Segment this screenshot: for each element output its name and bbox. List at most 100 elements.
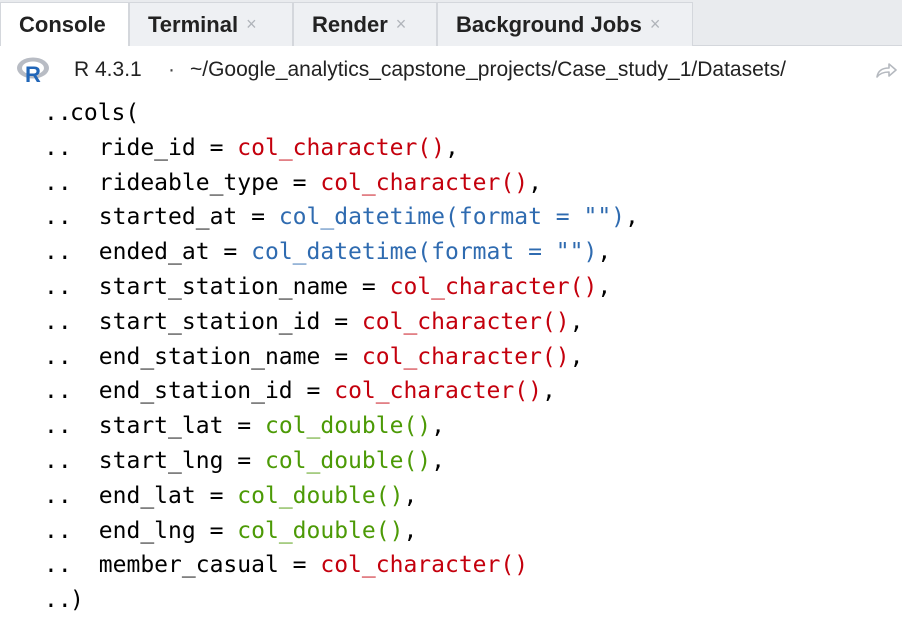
- assign-operator: =: [278, 169, 321, 196]
- console-line: .. start_station_name = col_character(),: [0, 270, 902, 305]
- column-type-call: col_datetime(format = ""): [251, 239, 598, 266]
- console-line: .. end_lng = col_double(),: [0, 514, 902, 549]
- assign-operator: =: [209, 239, 252, 266]
- console-line: .. end_lat = col_double(),: [0, 479, 902, 514]
- column-name: end_lat: [98, 482, 196, 509]
- column-name: start_lng: [98, 448, 224, 474]
- trailing-comma: ,: [403, 482, 418, 509]
- console-code: end_station_id = col_character(),: [99, 374, 556, 409]
- console-line: .. rideable_type = col_character(),: [0, 166, 902, 201]
- console-line: .. ride_id = col_character(),: [0, 131, 902, 166]
- close-icon[interactable]: ×: [650, 14, 661, 35]
- trailing-comma: ,: [403, 517, 418, 544]
- close-icon[interactable]: ×: [396, 14, 407, 35]
- column-type-call: col_double(): [264, 413, 432, 440]
- continuation-prompt: ..: [44, 552, 72, 579]
- console-code: start_station_id = col_character(),: [99, 305, 584, 340]
- column-name: cols(: [70, 100, 140, 126]
- trailing-comma: ,: [431, 448, 445, 474]
- column-type-call: col_character(): [320, 169, 529, 196]
- tab-console-label: Console: [19, 12, 106, 37]
- tab-background-jobs-label: Background Jobs: [456, 11, 642, 37]
- trailing-comma: ,: [431, 413, 445, 440]
- console-line: .. member_casual = col_character(): [0, 548, 902, 583]
- assign-operator: =: [237, 204, 279, 231]
- console-output[interactable]: .. cols(.. ride_id = col_character(),.. rid…: [0, 94, 902, 618]
- r-version: R 4.3.1: [74, 58, 142, 81]
- trailing-comma: ,: [597, 274, 612, 300]
- go-to-directory-icon[interactable]: [874, 60, 898, 80]
- tab-render[interactable]: Render ×: [293, 2, 437, 46]
- assign-operator: =: [223, 413, 265, 440]
- continuation-prompt: ..: [44, 413, 72, 440]
- console-code: ride_id = col_character(),: [99, 131, 459, 166]
- continuation-prompt: ..: [44, 378, 72, 405]
- console-line: .. ended_at = col_datetime(format = ""),: [0, 235, 902, 270]
- tab-render-label: Render: [312, 11, 388, 37]
- continuation-prompt: ..: [44, 482, 72, 509]
- column-name: end_station_id: [98, 378, 293, 405]
- console-code: ended_at = col_datetime(format = ""),: [99, 235, 611, 270]
- console-line: .. end_station_id = col_character(),: [0, 374, 902, 409]
- path-separator: ·: [168, 58, 175, 81]
- assign-operator: =: [320, 308, 362, 335]
- continuation-prompt: ..: [44, 343, 72, 370]
- tab-terminal[interactable]: Terminal ×: [129, 2, 293, 46]
- assign-operator: =: [195, 134, 238, 161]
- assign-operator: =: [195, 482, 238, 509]
- svg-text:R: R: [25, 62, 41, 84]
- trailing-comma: ,: [445, 134, 459, 161]
- trailing-comma: ,: [569, 308, 584, 335]
- trailing-comma: ,: [528, 169, 542, 196]
- console-code: end_lng = col_double(),: [99, 514, 418, 549]
- column-name: start_station_name: [98, 274, 349, 300]
- close-icon[interactable]: ×: [246, 14, 257, 35]
- console-path-bar: R R 4.3.1 · ~/Google_analytics_capstone_…: [0, 46, 902, 94]
- continuation-prompt: ..: [44, 169, 72, 196]
- console-code: start_lat = col_double(),: [99, 409, 445, 444]
- console-line: .. started_at = col_datetime(format = "")…: [0, 200, 902, 235]
- console-code: rideable_type = col_character(),: [99, 166, 542, 201]
- column-type-call: col_double(): [237, 482, 404, 509]
- tab-background-jobs[interactable]: Background Jobs ×: [437, 2, 693, 46]
- column-type-call: col_character(): [334, 378, 542, 405]
- column-name: member_casual: [98, 552, 279, 579]
- continuation-prompt: ..: [44, 517, 72, 544]
- console-code: end_lat = col_double(),: [99, 479, 418, 514]
- assign-operator: =: [348, 274, 390, 300]
- console-line: .. start_station_id = col_character(),: [0, 305, 902, 340]
- console-code: cols(: [70, 96, 139, 131]
- continuation-prompt: ..: [44, 204, 72, 231]
- continuation-prompt: ..: [44, 587, 72, 614]
- console-line: ..): [0, 583, 902, 618]
- column-name: start_lat: [98, 413, 224, 440]
- column-name: ended_at: [98, 239, 210, 266]
- assign-operator: =: [195, 517, 238, 544]
- pane-tab-bar: Console Terminal × Render × Background J…: [0, 0, 902, 47]
- tab-terminal-label: Terminal: [148, 11, 239, 37]
- trailing-comma: ,: [541, 378, 556, 405]
- continuation-prompt: ..: [44, 239, 72, 266]
- console-code: start_station_name = col_character(),: [99, 270, 611, 305]
- console-code: member_casual = col_character(): [99, 548, 528, 583]
- column-type-call: col_double(): [264, 448, 432, 474]
- column-type-call: col_character(): [361, 308, 570, 335]
- column-type-call: col_datetime(format = ""): [278, 204, 626, 231]
- console-line: .. start_lat = col_double(),: [0, 409, 902, 444]
- column-name: end_lng: [98, 517, 196, 544]
- continuation-prompt: ..: [44, 274, 72, 300]
- continuation-prompt: ..: [44, 134, 72, 161]
- column-type-call: col_character(): [361, 343, 570, 370]
- assign-operator: =: [292, 378, 335, 405]
- column-name: start_station_id: [98, 308, 321, 335]
- continuation-prompt: ..: [44, 308, 72, 335]
- working-directory-path: ~/Google_analytics_capstone_projects/Cas…: [190, 58, 786, 81]
- console-code: started_at = col_datetime(format = ""),: [99, 200, 639, 235]
- tab-console[interactable]: Console: [0, 2, 129, 47]
- column-type-call: col_character(): [237, 134, 445, 161]
- trailing-comma: ,: [569, 343, 584, 370]
- console-code: end_station_name = col_character(),: [99, 340, 584, 375]
- trailing-comma: ,: [625, 204, 639, 231]
- r-logo-icon: R: [17, 57, 49, 84]
- column-type-call: col_double(): [237, 517, 404, 544]
